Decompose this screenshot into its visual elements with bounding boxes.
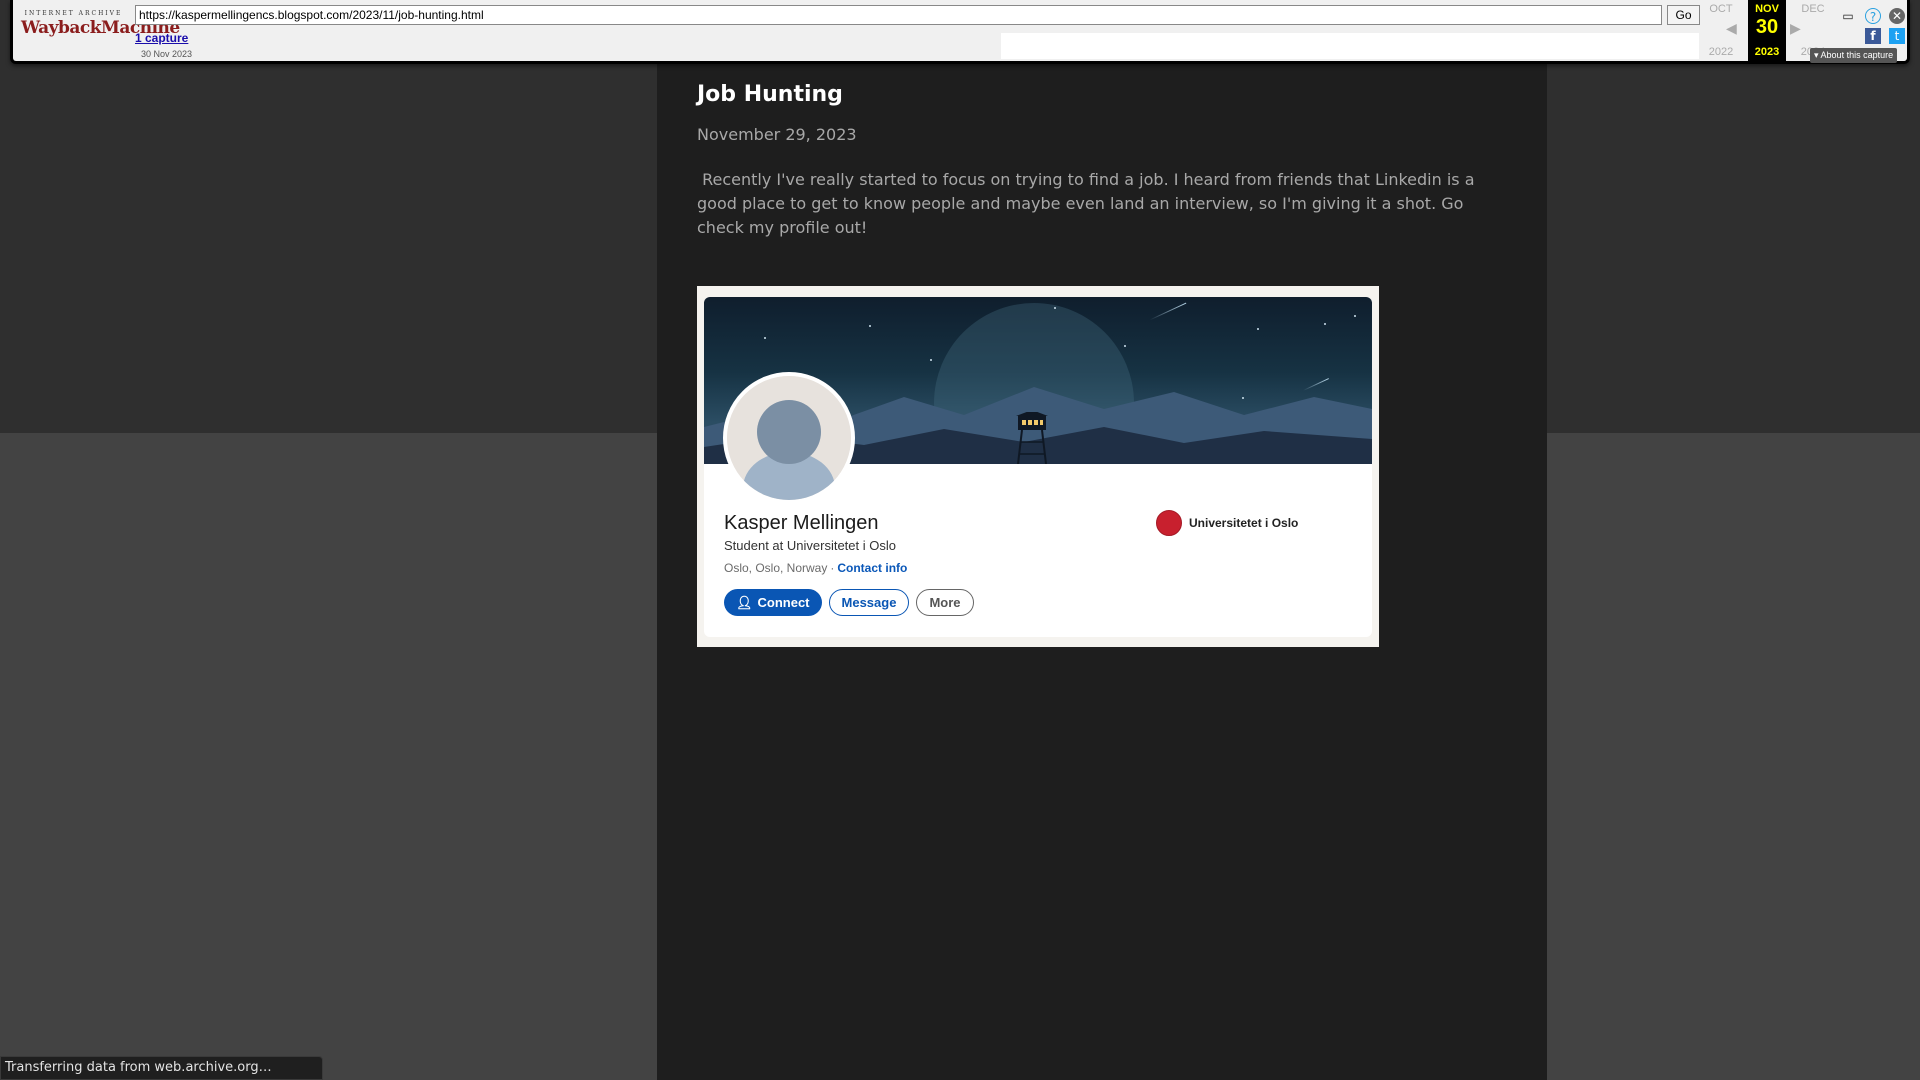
screenshot-icon[interactable]: ▭ (1840, 8, 1856, 24)
wayback-logo-small: INTERNET ARCHIVE (24, 10, 123, 17)
profile-actions: 👤︎ Connect Message More (724, 589, 974, 616)
linkedin-profile-screenshot[interactable]: Kasper Mellingen Student at Universitete… (697, 286, 1379, 647)
facebook-icon[interactable]: f (1865, 28, 1881, 44)
prev-month-label: OCT (1709, 3, 1733, 15)
contact-info-link[interactable]: Contact info (837, 561, 907, 575)
close-icon[interactable]: ✕ (1889, 8, 1905, 24)
fire-lookout-tower-illustration (1016, 412, 1048, 464)
profile-headline: Student at Universitetet i Oslo (724, 538, 896, 553)
profile-avatar[interactable] (723, 372, 855, 504)
current-day-label: 30 (1755, 16, 1779, 38)
help-icon[interactable]: ? (1865, 8, 1881, 24)
wayback-captures-link[interactable]: 1 capture (135, 31, 188, 45)
connect-button[interactable]: 👤︎ Connect (724, 589, 822, 616)
default-person-icon (727, 376, 851, 500)
prev-year-label: 2022 (1708, 46, 1734, 58)
wayback-sparkline[interactable] (1001, 33, 1699, 59)
profile-name: Kasper Mellingen (724, 512, 879, 534)
about-capture-button[interactable]: ▾ About this capture (1810, 48, 1898, 63)
wayback-capture-date: 30 Nov 2023 (141, 49, 193, 59)
post-body: Recently I've really started to focus on… (697, 170, 1480, 237)
post-date: November 29, 2023 (697, 125, 857, 144)
wayback-toolbar: INTERNET ARCHIVE WaybackMachine https://… (10, 0, 1910, 64)
add-person-icon: 👤︎ (736, 594, 753, 610)
university-name: Universitetet i Oslo (1189, 516, 1299, 530)
wayback-url-input[interactable]: https://kaspermellingencs.blogspot.com/2… (135, 5, 1662, 25)
more-button[interactable]: More (916, 589, 974, 616)
message-button[interactable]: Message (828, 589, 910, 616)
calendar-current-month: NOV 30 2023 (1748, 0, 1786, 61)
post-title[interactable]: Job Hunting (697, 82, 1517, 107)
wayback-go-button[interactable]: Go (1667, 5, 1700, 25)
twitter-icon[interactable]: t (1889, 28, 1905, 44)
blog-post: Job Hunting November 29, 2023 Recently I… (697, 82, 1517, 240)
next-month-label: DEC (1801, 3, 1825, 15)
location-text: Oslo, Oslo, Norway (724, 561, 828, 575)
chevron-down-icon: ▾ (1814, 50, 1819, 60)
profile-education[interactable]: Universitetet i Oslo (1156, 510, 1298, 536)
wayback-logo-big: WaybackMachine (21, 18, 180, 38)
current-year-label: 2023 (1754, 46, 1780, 58)
current-month-label: NOV (1755, 3, 1779, 15)
browser-status-bar: Transferring data from web.archive.org… (0, 1056, 323, 1080)
prev-arrow-icon[interactable]: ◀ (1726, 21, 1737, 37)
university-seal-icon (1156, 510, 1182, 536)
linkedin-profile-card: Kasper Mellingen Student at Universitete… (704, 297, 1372, 637)
wayback-logo[interactable]: INTERNET ARCHIVE WaybackMachine (21, 10, 180, 38)
connect-label: Connect (757, 595, 810, 610)
profile-location: Oslo, Oslo, Norway · Contact info (724, 561, 907, 575)
location-separator: · (830, 561, 835, 575)
about-capture-label: About this capture (1820, 50, 1894, 60)
